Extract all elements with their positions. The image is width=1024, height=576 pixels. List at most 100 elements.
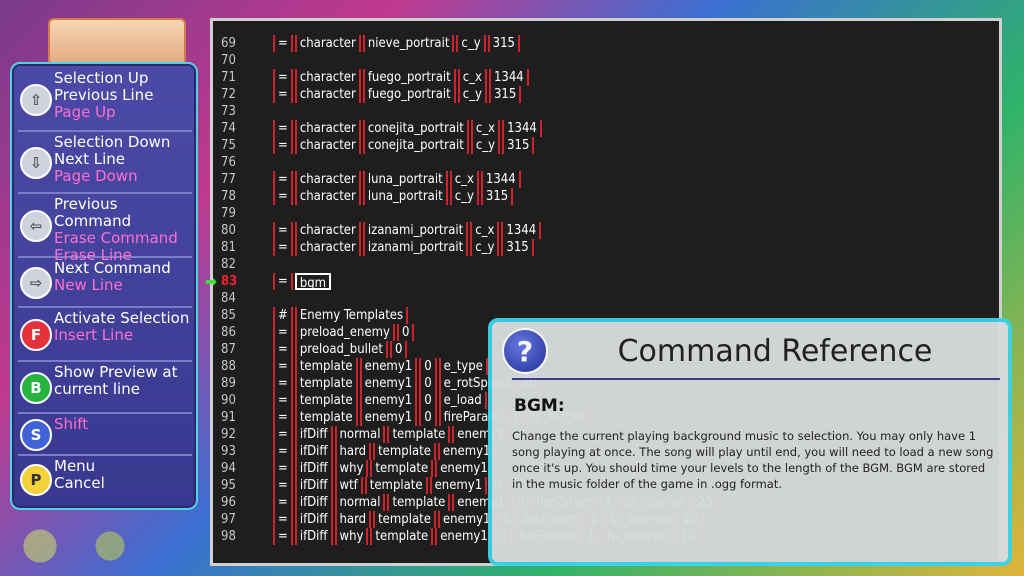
code-token[interactable]: enemy1 — [435, 460, 493, 477]
code-token[interactable]: e_load — [438, 392, 487, 409]
code-token[interactable]: = — [273, 273, 293, 290]
code-line[interactable]: 73 — [213, 103, 999, 120]
code-token[interactable]: ifDiff — [294, 477, 333, 494]
code-token[interactable]: character — [294, 171, 361, 188]
code-token[interactable]: = — [273, 528, 293, 545]
code-token[interactable]: = — [273, 426, 293, 443]
code-token[interactable]: luna_portrait — [362, 171, 448, 188]
code-token[interactable]: c_x — [457, 69, 487, 86]
code-token[interactable]: why — [334, 460, 369, 477]
code-token[interactable]: template — [364, 477, 428, 494]
code-token[interactable]: ifDiff — [294, 443, 333, 460]
code-token[interactable]: enemy1 — [359, 392, 418, 409]
code-token[interactable]: c_x — [470, 222, 500, 239]
code-token[interactable]: ifDiff — [294, 426, 333, 443]
code-token[interactable]: = — [273, 171, 293, 188]
code-token[interactable]: = — [273, 69, 293, 86]
code-token[interactable]: = — [273, 477, 293, 494]
code-token[interactable]: izanami_portrait — [362, 239, 469, 256]
code-token[interactable]: = — [273, 358, 293, 375]
code-line[interactable]: 70 — [213, 52, 999, 69]
code-line[interactable]: 72 = character fuego_portrait c_y 315 — [213, 86, 999, 103]
code-token[interactable]: conejita_portrait — [362, 120, 469, 137]
code-token[interactable]: = — [273, 460, 293, 477]
code-token[interactable]: template — [294, 409, 358, 426]
code-line[interactable]: 69 = character nieve_portrait c_y 315 — [213, 35, 999, 52]
code-token[interactable]: character — [294, 69, 361, 86]
code-line[interactable]: 82 — [213, 256, 999, 273]
code-token[interactable]: 315 — [480, 188, 514, 205]
code-token[interactable]: = — [273, 341, 293, 358]
code-token[interactable]: enemy1 — [359, 375, 418, 392]
code-token[interactable]: enemy1 — [429, 477, 488, 494]
selected-token[interactable]: bgm — [294, 273, 332, 291]
code-token[interactable]: template — [373, 443, 436, 460]
code-token[interactable]: = — [273, 511, 293, 528]
code-token[interactable]: = — [273, 392, 293, 409]
code-token[interactable]: c_y — [457, 86, 487, 103]
code-token[interactable]: character — [294, 86, 361, 103]
code-token[interactable]: ifDiff — [294, 460, 333, 477]
code-token[interactable]: hard — [334, 443, 372, 460]
code-token[interactable]: 0 — [419, 392, 437, 409]
code-token[interactable]: Enemy Templates — [294, 307, 409, 324]
code-line[interactable]: 80 = character izanami_portrait c_x 1344 — [213, 222, 999, 239]
code-token[interactable]: luna_portrait — [362, 188, 448, 205]
code-token[interactable]: = — [273, 35, 293, 52]
code-token[interactable]: template — [370, 460, 434, 477]
code-token[interactable]: = — [273, 137, 293, 154]
code-line[interactable]: 81 = character izanami_portrait c_y 315 — [213, 239, 999, 256]
code-token[interactable]: 0 — [396, 324, 415, 341]
code-token[interactable]: nieve_portrait — [362, 35, 455, 52]
code-token[interactable]: template — [387, 494, 451, 511]
code-token[interactable]: template — [294, 392, 358, 409]
code-token[interactable]: ifDiff — [294, 528, 333, 545]
code-token[interactable]: character — [294, 35, 361, 52]
code-token[interactable]: c_y — [456, 35, 486, 52]
code-token[interactable]: 0 — [419, 375, 437, 392]
code-token[interactable]: fuego_portrait — [362, 86, 456, 103]
code-token[interactable]: c_y — [470, 239, 500, 256]
code-token[interactable]: hard — [334, 511, 372, 528]
code-token[interactable]: = — [273, 222, 293, 239]
code-token[interactable]: fuego_portrait — [362, 69, 456, 86]
code-token[interactable]: character — [294, 188, 361, 205]
code-token[interactable]: = — [273, 375, 293, 392]
code-token[interactable]: preload_enemy — [294, 324, 395, 341]
code-token[interactable]: = — [273, 120, 293, 137]
code-token[interactable]: = — [273, 409, 293, 426]
code-token[interactable]: enemy1 — [359, 409, 418, 426]
code-token[interactable]: = — [273, 239, 293, 256]
code-token[interactable]: template — [294, 358, 358, 375]
code-token[interactable]: character — [294, 222, 361, 239]
code-token[interactable]: = — [273, 443, 293, 460]
code-token[interactable]: 0 — [419, 409, 437, 426]
code-token[interactable]: izanami_portrait — [362, 222, 469, 239]
code-token[interactable]: template — [370, 528, 434, 545]
code-token[interactable]: = — [273, 86, 293, 103]
code-token[interactable]: 1344 — [502, 120, 542, 137]
code-token[interactable]: enemy1 — [435, 528, 493, 545]
code-token[interactable]: = — [273, 188, 293, 205]
code-token[interactable]: 315 — [487, 35, 520, 52]
code-token[interactable]: conejita_portrait — [362, 137, 469, 154]
code-token[interactable]: 315 — [502, 137, 535, 154]
code-token[interactable]: e_type — [438, 358, 488, 375]
code-token[interactable]: why — [334, 528, 369, 545]
code-token[interactable]: enemy1 — [359, 358, 418, 375]
code-token[interactable]: wtf — [334, 477, 363, 494]
code-token[interactable]: template — [387, 426, 451, 443]
code-token[interactable]: = — [273, 494, 293, 511]
code-token[interactable]: # — [273, 307, 293, 324]
code-token[interactable]: enemy1 — [437, 511, 496, 528]
code-token[interactable]: c_y — [449, 188, 479, 205]
code-token[interactable]: template — [373, 511, 436, 528]
code-token[interactable]: normal — [334, 426, 386, 443]
code-token[interactable]: 1344 — [501, 222, 542, 239]
code-token[interactable]: 0 — [389, 341, 408, 358]
code-token[interactable]: c_x — [470, 120, 501, 137]
code-line[interactable]: 79 — [213, 205, 999, 222]
code-line[interactable]: 74 = character conejita_portrait c_x 1344 — [213, 120, 999, 137]
code-token[interactable]: 315 — [488, 86, 522, 103]
code-token[interactable]: character — [294, 120, 361, 137]
